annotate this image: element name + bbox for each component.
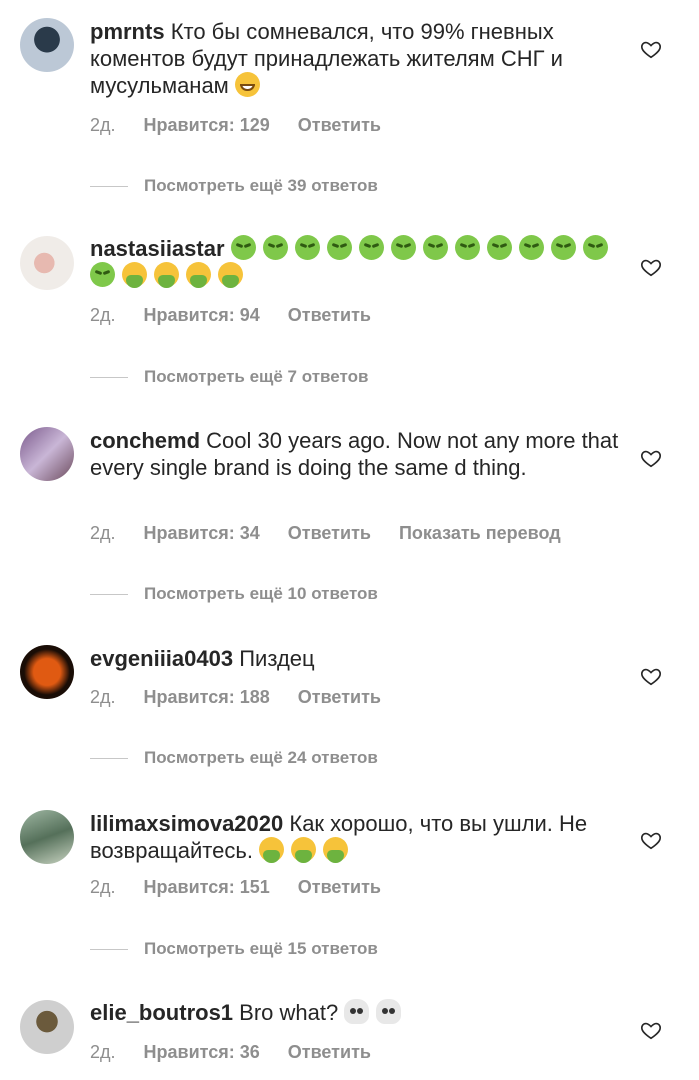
replies-divider (90, 186, 128, 188)
sick-emoji-icon (294, 235, 320, 260)
view-replies-button[interactable]: Посмотреть ещё 24 ответов (90, 748, 378, 768)
comment-age: 2д. (90, 523, 116, 543)
reply-button[interactable]: Ответить (298, 687, 381, 707)
replies-divider (90, 377, 128, 379)
comment-age: 2д. (90, 877, 116, 897)
likes-count[interactable]: Нравится: 129 (144, 115, 270, 135)
avatar[interactable] (20, 427, 74, 481)
comment-username[interactable]: conchemd (90, 428, 200, 453)
like-heart-icon[interactable] (640, 665, 662, 687)
sick-emoji-icon (326, 235, 352, 260)
avatar[interactable] (20, 1000, 74, 1054)
avatar[interactable] (20, 18, 74, 72)
like-heart-icon[interactable] (640, 38, 662, 60)
sick-emoji-icon (358, 235, 384, 260)
view-replies-button[interactable]: Посмотреть ещё 7 ответов (90, 367, 368, 387)
sick-emoji-icon (390, 235, 416, 260)
skull-emoji-icon (376, 999, 402, 1024)
comment-text: Пиздец (239, 646, 315, 671)
comment-username[interactable]: lilimaxsimova2020 (90, 811, 283, 836)
likes-count[interactable]: Нравится: 36 (144, 1042, 260, 1062)
avatar[interactable] (20, 236, 74, 290)
comment-text: Bro what? (239, 1000, 345, 1025)
comment-body: lilimaxsimova2020 Как хорошо, что вы ушл… (90, 810, 630, 864)
vomit-emoji-icon (186, 262, 211, 288)
comment-body: nastasiiastar (90, 235, 630, 289)
comment-username[interactable]: evgeniiia0403 (90, 646, 233, 671)
reply-button[interactable]: Ответить (298, 877, 381, 897)
likes-count[interactable]: Нравится: 34 (144, 523, 260, 543)
vomit-emoji-icon (259, 837, 285, 863)
likes-count[interactable]: Нравится: 188 (144, 687, 270, 707)
grin-emoji-icon (234, 72, 260, 97)
replies-divider (90, 594, 128, 596)
comment-username[interactable]: nastasiiastar (90, 236, 225, 261)
translate-button[interactable]: Показать перевод (399, 523, 561, 543)
avatar[interactable] (20, 810, 74, 864)
like-heart-icon[interactable] (640, 256, 662, 278)
comment-age: 2д. (90, 115, 116, 135)
avatar[interactable] (20, 645, 74, 699)
comment-meta: 2д. Нравится: 188 Ответить (90, 687, 409, 708)
reply-button[interactable]: Ответить (288, 1042, 371, 1062)
view-replies-label: Посмотреть ещё 15 ответов (144, 939, 378, 958)
comment-age: 2д. (90, 305, 116, 325)
sick-emoji-icon (90, 262, 115, 287)
view-replies-label: Посмотреть ещё 24 ответов (144, 748, 378, 767)
comment-meta: 2д. Нравится: 36 Ответить (90, 1042, 399, 1063)
view-replies-label: Посмотреть ещё 10 ответов (144, 584, 378, 603)
skull-emoji-icon (344, 999, 370, 1024)
comment-age: 2д. (90, 687, 116, 707)
like-heart-icon[interactable] (640, 829, 662, 851)
vomit-emoji-icon (154, 262, 179, 288)
like-heart-icon[interactable] (640, 447, 662, 469)
comment-meta: 2д. Нравится: 151 Ответить (90, 877, 409, 898)
vomit-emoji-icon (218, 262, 243, 288)
sick-emoji-icon (582, 235, 608, 260)
reply-button[interactable]: Ответить (288, 523, 371, 543)
comment-username[interactable]: elie_boutros1 (90, 1000, 233, 1025)
like-heart-icon[interactable] (640, 1019, 662, 1041)
comment-meta: 2д. Нравится: 34 Ответить Показать перевод (90, 523, 589, 544)
likes-count[interactable]: Нравится: 151 (144, 877, 270, 897)
comment-body: pmrnts Кто бы сомневался, что 99% гневны… (90, 18, 630, 99)
view-replies-button[interactable]: Посмотреть ещё 15 ответов (90, 939, 378, 959)
sick-emoji-icon (550, 235, 576, 260)
view-replies-label: Посмотреть ещё 39 ответов (144, 176, 378, 195)
comment-body: elie_boutros1 Bro what? (90, 999, 630, 1026)
sick-emoji-icon (454, 235, 480, 260)
vomit-emoji-icon (122, 262, 147, 288)
replies-divider (90, 949, 128, 951)
sick-emoji-icon (486, 235, 512, 260)
vomit-emoji-icon (291, 837, 317, 863)
comment-body: evgeniiia0403 Пиздец (90, 645, 630, 672)
comment-meta: 2д. Нравится: 129 Ответить (90, 115, 409, 136)
sick-emoji-icon (230, 235, 256, 260)
replies-divider (90, 758, 128, 760)
sick-emoji-icon (422, 235, 448, 260)
likes-count[interactable]: Нравится: 94 (144, 305, 260, 325)
vomit-emoji-icon (323, 837, 349, 863)
sick-emoji-icon (262, 235, 288, 260)
view-replies-label: Посмотреть ещё 7 ответов (144, 367, 369, 386)
comment-meta: 2д. Нравится: 94 Ответить (90, 305, 399, 326)
reply-button[interactable]: Ответить (298, 115, 381, 135)
view-replies-button[interactable]: Посмотреть ещё 39 ответов (90, 176, 378, 196)
sick-emoji-icon (518, 235, 544, 260)
view-replies-button[interactable]: Посмотреть ещё 10 ответов (90, 584, 378, 604)
reply-button[interactable]: Ответить (288, 305, 371, 325)
comment-body: conchemd Cool 30 years ago. Now not any … (90, 427, 630, 481)
comment-age: 2д. (90, 1042, 116, 1062)
comment-username[interactable]: pmrnts (90, 19, 165, 44)
